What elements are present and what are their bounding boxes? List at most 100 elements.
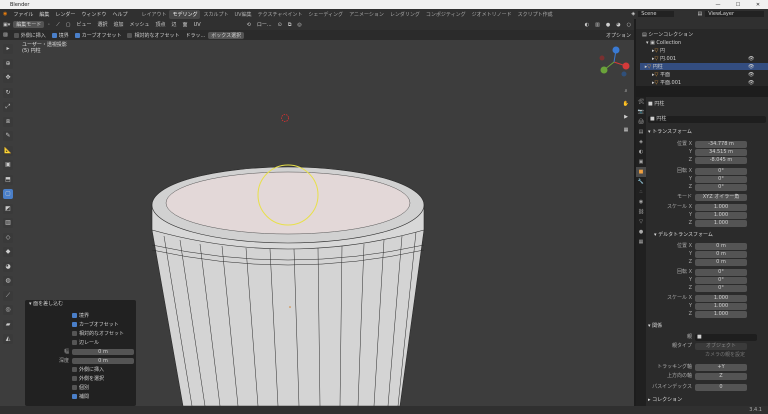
blender-logo-icon[interactable]: ◉ bbox=[0, 11, 10, 17]
rip-tool-icon[interactable]: ◭ bbox=[3, 334, 13, 344]
menu-file[interactable]: ファイル bbox=[10, 11, 36, 18]
transform-orientation[interactable]: ロー... bbox=[254, 21, 275, 28]
texture-tab-icon[interactable]: ▦ bbox=[636, 237, 646, 247]
section-transform[interactable]: ▾ トランスフォーム bbox=[648, 128, 692, 136]
menu-vertex[interactable]: 頂点 bbox=[153, 21, 169, 28]
redo-individual[interactable]: 個別 bbox=[25, 384, 136, 391]
xray-icon[interactable]: ▥ bbox=[592, 22, 603, 28]
inset-tool-icon[interactable]: ▢ bbox=[3, 189, 13, 199]
pan-icon[interactable]: ✋ bbox=[621, 101, 631, 114]
scale-z-field[interactable]: 1.000 bbox=[695, 220, 747, 227]
redo-select-outer[interactable]: 外側を選択 bbox=[25, 375, 136, 382]
select-tool-icon[interactable]: ▸ bbox=[3, 44, 13, 54]
data-tab-icon[interactable]: ▽ bbox=[636, 217, 646, 227]
delta-location-x-field[interactable]: 0 m bbox=[695, 243, 747, 250]
menu-window[interactable]: ウィンドウ bbox=[78, 11, 109, 18]
tab-sculpt[interactable]: スカルプト bbox=[200, 10, 231, 19]
pivot-icon[interactable]: ⊙ bbox=[275, 22, 285, 28]
physics-tab-icon[interactable]: ◉ bbox=[636, 197, 646, 207]
menu-mesh[interactable]: メッシュ bbox=[127, 21, 153, 28]
zoom-icon[interactable]: ⌕ bbox=[621, 88, 631, 101]
grid-icon[interactable]: ▦ bbox=[621, 127, 631, 140]
box-select-selector[interactable]: ボックス選択 bbox=[208, 31, 245, 39]
menu-add[interactable]: 追加 bbox=[110, 21, 126, 28]
scale-x-field[interactable]: 1.000 bbox=[695, 204, 747, 211]
maximize-button[interactable]: ☐ bbox=[728, 2, 748, 8]
object-tab-icon[interactable]: ■ bbox=[636, 167, 646, 177]
menu-select[interactable]: 選択 bbox=[94, 21, 110, 28]
delta-rotation-x-field[interactable]: 0° bbox=[695, 269, 747, 276]
menu-face[interactable]: 面 bbox=[180, 21, 191, 28]
location-z-field[interactable]: -8.045 m bbox=[695, 157, 747, 164]
drag-selector[interactable]: ドラッ... bbox=[182, 32, 208, 39]
shading-render-icon[interactable]: ○ bbox=[624, 22, 634, 28]
edge-slide-tool-icon[interactable]: ⟋ bbox=[3, 290, 13, 301]
move-tool-icon[interactable]: ✥ bbox=[3, 73, 13, 83]
location-y-field[interactable]: 34.515 m bbox=[695, 149, 747, 156]
collection-tab-icon[interactable]: ▣ bbox=[636, 157, 646, 167]
minimize-button[interactable]: — bbox=[708, 2, 728, 8]
tab-animation[interactable]: アニメーション bbox=[346, 10, 387, 19]
menu-uv[interactable]: UV bbox=[191, 22, 204, 28]
opt-inset-outside[interactable]: 外側に挿入 bbox=[11, 32, 49, 39]
tab-texture-paint[interactable]: テクスチャペイント bbox=[255, 10, 306, 19]
shear-tool-icon[interactable]: ▰ bbox=[3, 319, 13, 330]
delta-rotation-y-field[interactable]: 0° bbox=[695, 277, 747, 284]
delta-scale-z-field[interactable]: 1.000 bbox=[695, 311, 747, 318]
section-delta-transform[interactable]: ▾ デルタトランスフォーム bbox=[654, 231, 713, 239]
rotation-z-field[interactable]: 0° bbox=[695, 184, 747, 191]
polybuild-tool-icon[interactable]: ◆ bbox=[3, 247, 13, 257]
modifier-tab-icon[interactable]: 🔧 bbox=[636, 177, 646, 187]
visibility-eye-icon[interactable]: 👁 bbox=[748, 55, 754, 62]
delta-scale-y-field[interactable]: 1.000 bbox=[695, 303, 747, 310]
delta-rotation-z-field[interactable]: 0° bbox=[695, 285, 747, 292]
visibility-eye-icon[interactable]: 👁 bbox=[748, 63, 754, 70]
tab-shading[interactable]: シェーディング bbox=[305, 10, 346, 19]
redo-offset-even[interactable]: カーブオフセット bbox=[25, 321, 136, 328]
parent-type-dropdown[interactable]: オブジェクト bbox=[695, 343, 747, 350]
tab-rendering[interactable]: レンダリング bbox=[387, 10, 423, 19]
snap-icon[interactable]: ⧉ bbox=[285, 22, 295, 28]
cursor-tool-icon[interactable]: ⊕ bbox=[3, 58, 13, 69]
overlay-icon[interactable]: ◐ bbox=[582, 22, 592, 28]
rotation-y-field[interactable]: 0° bbox=[695, 176, 747, 183]
transform-orientation-icon[interactable]: ⟲ bbox=[244, 22, 254, 28]
redo-edge-rail[interactable]: 辺レール bbox=[25, 339, 136, 346]
thickness-field[interactable]: 0 m bbox=[72, 348, 134, 355]
tracking-axis-field[interactable]: +Y bbox=[695, 364, 747, 371]
redo-boundary[interactable]: 境界 bbox=[25, 312, 136, 319]
menu-help[interactable]: ヘルプ bbox=[109, 11, 130, 18]
section-relations[interactable]: ▾ 関係 bbox=[648, 322, 662, 330]
tab-layout[interactable]: レイアウト bbox=[138, 10, 169, 19]
scale-y-field[interactable]: 1.000 bbox=[695, 212, 747, 219]
scale-tool-icon[interactable]: ⤢ bbox=[3, 102, 13, 112]
parent-note[interactable]: カメラの親を設定 bbox=[705, 352, 745, 359]
knife-tool-icon[interactable]: ◇ bbox=[3, 232, 13, 243]
section-collections[interactable]: ▸ コレクション bbox=[648, 396, 682, 404]
scene-tab-icon[interactable]: ◈ bbox=[636, 137, 646, 147]
annotate-tool-icon[interactable]: ✎ bbox=[3, 131, 13, 141]
outliner-item[interactable]: ▸ ▽ 平面.001 bbox=[652, 79, 681, 87]
opt-boundary[interactable]: 境界 bbox=[49, 32, 72, 39]
redo-offset-relative[interactable]: 相対的なオフセット bbox=[25, 330, 136, 337]
add-cube-tool-icon[interactable]: ▣ bbox=[3, 160, 13, 170]
material-tab-icon[interactable]: ● bbox=[636, 227, 646, 237]
shading-material-icon[interactable]: ◕ bbox=[613, 22, 623, 28]
shrink-tool-icon[interactable]: ◎ bbox=[3, 305, 13, 315]
measure-tool-icon[interactable]: 📐 bbox=[3, 145, 13, 156]
outliner-item[interactable]: ▸ ▽ 平面 bbox=[652, 71, 670, 79]
tab-uv[interactable]: UV編集 bbox=[232, 10, 255, 19]
menu-view[interactable]: ビュー bbox=[73, 21, 94, 28]
visibility-eye-icon[interactable]: 👁 bbox=[748, 71, 754, 78]
close-button[interactable]: ✕ bbox=[748, 2, 768, 8]
bevel-tool-icon[interactable]: ◩ bbox=[3, 203, 13, 214]
parent-field[interactable]: ■ bbox=[695, 334, 757, 341]
world-tab-icon[interactable]: ◐ bbox=[636, 147, 646, 157]
opt-offset-even[interactable]: カーブオフセット bbox=[72, 32, 125, 39]
extrude-tool-icon[interactable]: ⬒ bbox=[3, 174, 13, 185]
select-mode-edge-icon[interactable]: ⟋ bbox=[53, 22, 63, 28]
redo-outset[interactable]: 外側に挿入 bbox=[25, 366, 136, 373]
view-layer-tab-icon[interactable]: ▤ bbox=[636, 127, 646, 137]
tab-geometry-nodes[interactable]: ジオメトリノード bbox=[469, 10, 515, 19]
opt-offset-relative[interactable]: 相対的なオフセット bbox=[124, 32, 182, 39]
